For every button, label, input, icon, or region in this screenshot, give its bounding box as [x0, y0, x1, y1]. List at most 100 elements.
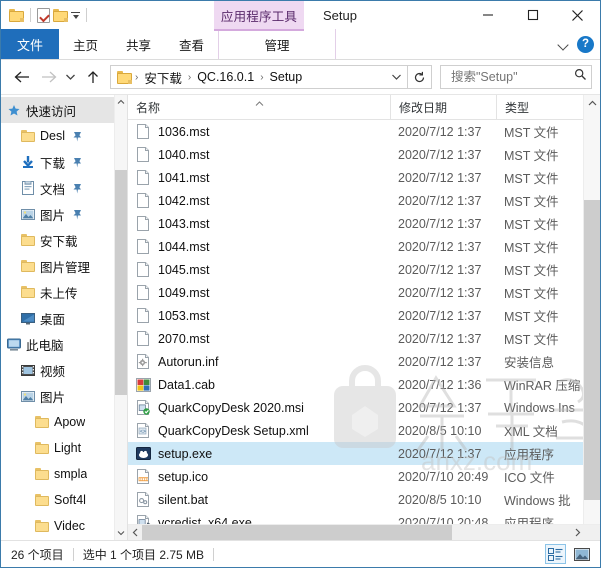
sidebar-item-11[interactable]: 图片 [1, 383, 127, 409]
pin-icon[interactable] [72, 209, 82, 220]
hscroll-right-button[interactable] [570, 525, 584, 540]
breadcrumb-item-1[interactable]: QC.16.0.1 [192, 70, 259, 84]
folder-icon [21, 260, 35, 272]
sidebar-item-0[interactable]: 快速访问 [1, 97, 127, 123]
tab-home[interactable]: 主页 [59, 29, 112, 59]
up-button[interactable] [80, 64, 106, 90]
sidebar-item-10[interactable]: 视频 [1, 357, 127, 383]
sidebar-item-5[interactable]: 安下载 [1, 227, 127, 253]
item-count-label: 26 个项目 [11, 547, 64, 562]
table-row[interactable]: 1042.mst 2020/7/12 1:37 MST 文件 [128, 189, 600, 212]
sidebar-item-12[interactable]: Apow [1, 409, 127, 435]
folder-icon [21, 130, 35, 142]
generic-file-icon [136, 123, 151, 140]
file-list-pane: 名称 修改日期 类型 1036.mst 2020/7/12 1:37 MST 文件 1… [128, 95, 600, 540]
large-icons-view-button[interactable] [571, 544, 592, 564]
cell-date-modified: 2020/7/12 1:37 [398, 262, 482, 277]
pin-icon[interactable] [72, 157, 82, 168]
table-row[interactable]: <> QuarkCopyDesk Setup.xml 2020/8/5 10:10 X… [128, 419, 600, 442]
sidebar-item-15[interactable]: Soft4l [1, 487, 127, 513]
minimize-button[interactable] [465, 1, 510, 29]
sidebar-item-14[interactable]: smpla [1, 461, 127, 487]
file-list-horizontal-scrollbar[interactable] [128, 524, 600, 540]
sidebar-item-3[interactable]: 文档 [1, 175, 127, 201]
search-box[interactable] [440, 65, 592, 89]
cell-date-modified: 2020/7/10 20:49 [398, 469, 489, 484]
sidebar-item-1[interactable]: Desl [1, 123, 127, 149]
cell-name: 1045.mst [128, 261, 390, 278]
sidebar-item-2[interactable]: 下载 [1, 149, 127, 175]
sidebar-item-4[interactable]: 图片 [1, 201, 127, 227]
documents-icon [21, 181, 35, 195]
file-list-vertical-scrollbar[interactable] [583, 95, 600, 540]
tab-file[interactable]: 文件 [1, 29, 59, 59]
chevron-down-icon[interactable] [558, 39, 569, 50]
customize-dropdown-icon[interactable] [71, 11, 80, 20]
search-input[interactable] [449, 69, 574, 85]
breadcrumb-item-2[interactable]: Setup [265, 70, 308, 84]
file-name-label: Data1.cab [158, 377, 215, 392]
table-row[interactable]: 2070.mst 2020/7/12 1:37 MST 文件 [128, 327, 600, 350]
navigation-scrollbar[interactable] [114, 95, 127, 540]
search-icon[interactable] [574, 68, 587, 86]
column-date-modified[interactable]: 修改日期 [390, 95, 496, 119]
address-dropdown-icon[interactable] [387, 66, 405, 88]
sidebar-item-13[interactable]: Light [1, 435, 127, 461]
details-view-button[interactable] [545, 544, 566, 564]
table-row[interactable]: 1053.mst 2020/7/12 1:37 MST 文件 [128, 304, 600, 327]
sidebar-item-16[interactable]: Videc [1, 513, 127, 539]
table-row[interactable]: 1043.mst 2020/7/12 1:37 MST 文件 [128, 212, 600, 235]
pin-icon[interactable] [72, 131, 82, 142]
vscroll-up-button[interactable] [584, 95, 600, 112]
hscrollbar-track[interactable] [142, 525, 570, 540]
table-row[interactable]: setup.exe 2020/7/12 1:37 应用程序 [128, 442, 600, 465]
cell-date-modified: 2020/7/12 1:37 [398, 170, 482, 185]
tab-manage[interactable]: 管理 [218, 29, 337, 59]
hscroll-left-button[interactable] [128, 525, 142, 540]
maximize-button[interactable] [510, 1, 555, 29]
new-folder-icon[interactable] [53, 8, 68, 22]
nav-scroll-down-button[interactable] [115, 526, 127, 540]
pictures-icon [21, 208, 35, 221]
forward-button[interactable] [35, 64, 61, 90]
tab-view[interactable]: 查看 [165, 29, 218, 59]
table-row[interactable]: silent.bat 2020/8/5 10:10 Windows 批 [128, 488, 600, 511]
column-name[interactable]: 名称 [128, 95, 390, 119]
sidebar-item-7[interactable]: 未上传 [1, 279, 127, 305]
table-row[interactable]: 1040.mst 2020/7/12 1:37 MST 文件 [128, 143, 600, 166]
table-row[interactable]: setup.ico 2020/7/10 20:49 ICO 文件 [128, 465, 600, 488]
table-row[interactable]: Data1.cab 2020/7/12 1:36 WinRAR 压缩 [128, 373, 600, 396]
back-button[interactable] [9, 64, 35, 90]
folder-icon [35, 468, 49, 480]
table-row[interactable]: 1036.mst 2020/7/12 1:37 MST 文件 [128, 120, 600, 143]
nav-scroll-up-button[interactable] [115, 95, 127, 109]
table-row[interactable]: QuarkCopyDesk 2020.msi 2020/7/12 1:37 Wind… [128, 396, 600, 419]
vscrollbar-thumb[interactable] [584, 200, 600, 500]
table-row[interactable]: vcredist_x64.exe 2020/7/10 20:48 应用程序 [128, 511, 600, 524]
breadcrumb-folder-icon[interactable] [117, 70, 132, 84]
pin-icon[interactable] [72, 183, 82, 194]
folder-icon[interactable] [9, 8, 24, 22]
sidebar-item-label: Soft4l [54, 493, 86, 507]
refresh-button[interactable] [408, 65, 432, 89]
tab-share[interactable]: 共享 [112, 29, 165, 59]
table-row[interactable]: Autorun.inf 2020/7/12 1:37 安装信息 [128, 350, 600, 373]
table-row[interactable]: 1044.mst 2020/7/12 1:37 MST 文件 [128, 235, 600, 258]
sidebar-item-6[interactable]: 图片管理 [1, 253, 127, 279]
close-button[interactable] [555, 1, 600, 29]
table-row[interactable]: 1049.mst 2020/7/12 1:37 MST 文件 [128, 281, 600, 304]
address-input[interactable]: › 安下载 › QC.16.0.1 › Setup [110, 65, 408, 89]
quick-access-toolbar [1, 7, 90, 23]
hscrollbar-thumb[interactable] [142, 525, 452, 540]
sidebar-item-8[interactable]: 桌面 [1, 305, 127, 331]
breadcrumb-item-0[interactable]: 安下载 [139, 68, 187, 87]
sidebar-item-9[interactable]: 此电脑 [1, 331, 127, 357]
sidebar-item-label: 下载 [40, 156, 66, 171]
recent-locations-button[interactable] [61, 64, 80, 90]
table-row[interactable]: 1041.mst 2020/7/12 1:37 MST 文件 [128, 166, 600, 189]
properties-icon[interactable] [37, 7, 50, 23]
help-icon[interactable]: ? [577, 35, 594, 53]
window-controls [465, 1, 600, 29]
table-row[interactable]: 1045.mst 2020/7/12 1:37 MST 文件 [128, 258, 600, 281]
nav-scrollbar-thumb[interactable] [115, 170, 127, 395]
